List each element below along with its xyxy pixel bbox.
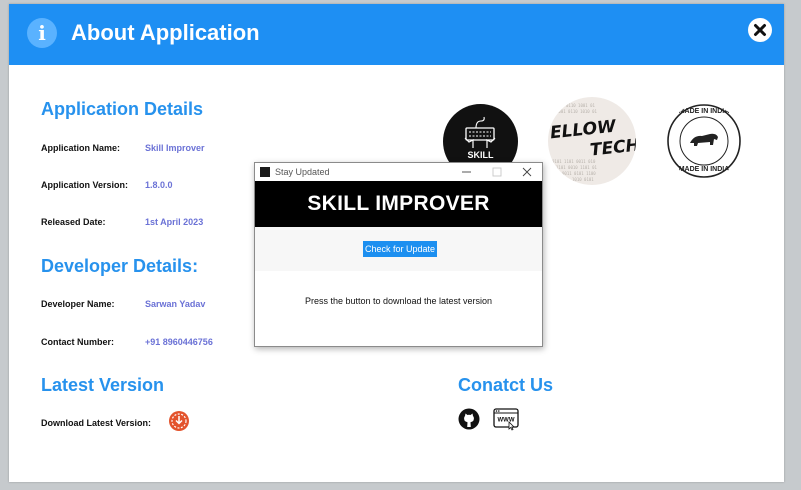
app-name-label: Application Name: bbox=[41, 143, 121, 153]
svg-text:WWW: WWW bbox=[498, 418, 515, 424]
app-name-value: Skill Improver bbox=[145, 143, 205, 153]
minimize-icon bbox=[462, 171, 471, 173]
made-in-india-logo: MADE IN INDIA MADE IN INDIA bbox=[666, 103, 742, 179]
made-in-india-bottom-text: MADE IN INDIA bbox=[678, 166, 730, 173]
contact-number-value: +91 8960446756 bbox=[145, 337, 213, 347]
svg-text:1001 0110 1010 01: 1001 0110 1010 01 bbox=[556, 109, 598, 114]
skill-logo-text: SKILL bbox=[467, 150, 494, 160]
developer-name-value: Sarwan Yadav bbox=[145, 299, 206, 309]
check-for-update-button[interactable]: Check for Update bbox=[363, 241, 437, 257]
dialog-close-button[interactable] bbox=[512, 163, 542, 181]
latest-version-heading: Latest Version bbox=[41, 375, 165, 395]
contact-number-label: Contact Number: bbox=[41, 337, 115, 347]
svg-text:0110 1001 01: 0110 1001 01 bbox=[566, 103, 595, 108]
minimize-button[interactable] bbox=[452, 163, 482, 181]
info-icon: i bbox=[27, 18, 57, 48]
app-version-label: Application Version: bbox=[41, 180, 129, 190]
download-badge-icon bbox=[171, 413, 187, 429]
close-button[interactable] bbox=[748, 18, 772, 42]
dialog-titlebar[interactable]: Stay Updated bbox=[255, 163, 542, 181]
svg-text:0011 0101 1100: 0011 0101 1100 bbox=[562, 171, 596, 176]
app-details-heading: Application Details bbox=[41, 99, 204, 119]
release-date-value: 1st April 2023 bbox=[145, 217, 204, 227]
app-version-value: 1.8.0.0 bbox=[145, 180, 173, 190]
download-latest-label: Download Latest Version: bbox=[41, 418, 152, 428]
svg-text:1010 0101: 1010 0101 bbox=[572, 177, 594, 182]
svg-text:1101 0010 1101 01: 1101 0010 1101 01 bbox=[556, 165, 598, 170]
release-date-label: Released Date: bbox=[41, 217, 106, 227]
dialog-close-icon bbox=[522, 167, 532, 177]
fellow-logo-line2: TECH bbox=[589, 135, 636, 161]
developer-details-heading: Developer Details: bbox=[41, 256, 199, 276]
www-icon[interactable]: WWW bbox=[493, 407, 519, 431]
stay-updated-dialog: Stay Updated SKILL IMPROVER Check for Up… bbox=[254, 162, 543, 347]
dialog-banner: SKILL IMPROVER bbox=[255, 181, 542, 227]
maximize-icon bbox=[492, 167, 502, 177]
svg-text:0101 1101 0011 010: 0101 1101 0011 010 bbox=[552, 159, 596, 164]
download-icon[interactable] bbox=[169, 411, 189, 431]
window-title: About Application bbox=[71, 20, 260, 45]
close-icon bbox=[754, 24, 766, 36]
header-bar: i About Application bbox=[9, 4, 784, 65]
developer-name-label: Developer Name: bbox=[41, 299, 115, 309]
github-icon[interactable] bbox=[458, 408, 480, 430]
made-in-india-top-text: MADE IN INDIA bbox=[678, 108, 730, 115]
fellow-tech-logo: 0110 1001 01 1001 0110 1010 01 0101 1101… bbox=[548, 97, 636, 185]
maximize-button[interactable] bbox=[482, 163, 512, 181]
dialog-title: Stay Updated bbox=[275, 167, 330, 177]
dialog-message: Press the button to download the latest … bbox=[304, 296, 493, 306]
contact-us-heading: Conatct Us bbox=[458, 375, 554, 395]
dialog-app-icon bbox=[260, 167, 270, 177]
